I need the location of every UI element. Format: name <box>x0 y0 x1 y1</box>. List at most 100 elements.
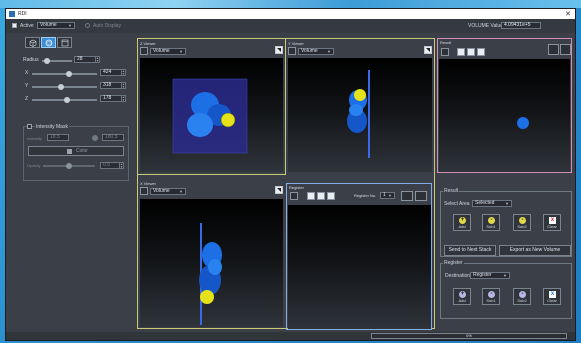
register-clear-label: Clear <box>547 298 557 303</box>
clear-icon: x <box>549 217 556 224</box>
z-slider-knob[interactable] <box>64 97 70 103</box>
register-clear-button[interactable]: x Clear <box>543 288 561 305</box>
panel-mode-button[interactable] <box>57 37 72 48</box>
auto-display-radio[interactable] <box>85 23 90 28</box>
destination-label: Destination <box>445 273 471 279</box>
y-slider-knob[interactable] <box>58 84 64 90</box>
dataset-dropdown[interactable]: Volume ▼ <box>37 22 75 29</box>
z-value: 178 <box>103 95 112 101</box>
x-label: X <box>25 70 29 76</box>
x-viewer-mode-dropdown[interactable]: Volume ▼ <box>150 188 186 195</box>
y-slider[interactable] <box>32 86 97 88</box>
z-viewer-mode: Volume <box>153 48 170 54</box>
z-spinner[interactable]: ▲ ▼ <box>121 96 125 101</box>
y-viewer: Y Viewer Volume ▼ <box>287 40 433 173</box>
viewer-divider-vertical <box>285 39 286 174</box>
select-area-dropdown[interactable]: Selected ▼ <box>472 200 512 207</box>
register-back-button[interactable] <box>401 191 413 201</box>
x-viewer-maximize-icon[interactable] <box>275 186 283 194</box>
z-viewer-rotate-button[interactable] <box>140 47 148 55</box>
x-viewer-rotate-button[interactable] <box>140 187 148 195</box>
result-view-button-3[interactable] <box>477 48 485 56</box>
opacity-slider-knob[interactable] <box>66 163 72 169</box>
register-view-button-3[interactable] <box>327 192 335 200</box>
register-view-button-2[interactable] <box>317 192 325 200</box>
x-field[interactable]: 424 ▲ ▼ <box>100 69 126 76</box>
x-spinner[interactable]: ▲ ▼ <box>121 70 125 75</box>
x-slider[interactable] <box>32 73 97 75</box>
result-clear-label: Clear <box>547 224 557 229</box>
volume-value-field[interactable]: 4.09431e+5 <box>501 22 541 29</box>
register-view-button-1[interactable] <box>307 192 315 200</box>
intensity-mask-checkbox[interactable] <box>27 124 32 129</box>
z-viewer-mode-dropdown[interactable]: Volume ▼ <box>150 48 186 55</box>
select-area-value: Selected <box>475 200 495 206</box>
close-icon[interactable]: ✕ <box>565 10 571 18</box>
destination-dropdown[interactable]: Register ▼ <box>470 272 510 279</box>
result-add-label: Add <box>458 224 466 229</box>
result-view-button-2[interactable] <box>467 48 475 56</box>
color-button[interactable]: Color <box>28 146 124 156</box>
active-label: Active <box>20 23 34 29</box>
cube-mode-button[interactable] <box>25 37 40 48</box>
clear-icon: x <box>549 291 556 298</box>
export-as-new-volume-button[interactable]: Export as New Volume <box>499 245 571 256</box>
y-viewer-mode-dropdown[interactable]: Volume ▼ <box>298 48 334 55</box>
register-forward-button[interactable] <box>415 191 427 201</box>
register-rotate-button[interactable] <box>290 192 298 200</box>
result-rotate-button[interactable] <box>441 48 449 56</box>
subtract-icon: - <box>519 291 526 298</box>
register-sub2-label: Sub2 <box>517 298 527 303</box>
dataset-value: Volume <box>40 22 57 28</box>
result-redo-button[interactable] <box>560 44 571 55</box>
result-canvas[interactable] <box>439 59 570 172</box>
register-number-dropdown[interactable]: 1 ▼ <box>380 192 395 199</box>
register-add-button[interactable]: + Add <box>453 288 471 305</box>
register-canvas[interactable] <box>288 205 431 329</box>
radius-field[interactable]: 28 ▲ ▼ <box>74 56 100 63</box>
z-viewer-title: Z Viewer <box>140 41 156 46</box>
x-viewer-canvas[interactable] <box>140 199 283 327</box>
cube-icon <box>29 39 36 47</box>
y-spinner[interactable]: ▲ ▼ <box>121 83 125 88</box>
app-window: RDI ✕ Active Volume ▼ Auto Display VOLUM… <box>5 8 576 341</box>
x-viewer-title: X Viewer <box>140 181 156 186</box>
toolbar: Active Volume ▼ Auto Display VOLUME Valu… <box>6 19 575 33</box>
y-viewer-rotate-button[interactable] <box>288 47 296 55</box>
result-undo-button[interactable] <box>548 44 559 55</box>
intensity-max-field[interactable]: 180.5 <box>102 134 124 141</box>
result-sub1-button[interactable]: - Sub1 <box>482 214 500 231</box>
active-checkbox[interactable] <box>12 23 17 28</box>
radius-spinner[interactable]: ▲ ▼ <box>95 57 99 62</box>
register-sub2-button[interactable]: - Sub2 <box>513 288 531 305</box>
opacity-spinner[interactable]: ▲ ▼ <box>119 163 123 168</box>
x-slider-knob[interactable] <box>66 71 72 77</box>
result-add-button[interactable]: + Add <box>453 214 471 231</box>
intensity-min-field[interactable]: 18.5 <box>47 134 69 141</box>
x-value: 424 <box>103 69 112 75</box>
z-field[interactable]: 178 ▲ ▼ <box>100 95 126 102</box>
x-viewer-render <box>199 223 222 325</box>
opacity-field[interactable]: 0.5 ▲ ▼ <box>100 162 124 169</box>
desktop-background <box>0 0 581 8</box>
y-viewer-canvas[interactable] <box>288 58 432 172</box>
add-icon: + <box>459 291 466 298</box>
register-sub1-button[interactable]: - Sub1 <box>482 288 500 305</box>
result-clear-button[interactable]: x Clear <box>543 214 561 231</box>
result-sub2-button[interactable]: - Sub2 <box>513 214 531 231</box>
y-field[interactable]: 318 ▲ ▼ <box>100 82 126 89</box>
radius-slider-knob[interactable] <box>44 58 50 64</box>
y-viewer-maximize-icon[interactable] <box>424 46 432 54</box>
intensity-toggle[interactable] <box>92 135 98 141</box>
y-viewer-mode: Volume <box>301 48 318 54</box>
result-view-button-1[interactable] <box>457 48 465 56</box>
sphere-mode-button[interactable] <box>41 37 56 48</box>
register-add-label: Add <box>458 298 466 303</box>
y-value: 318 <box>103 82 112 88</box>
chevron-down-icon: ▼ <box>327 49 331 54</box>
z-viewer-canvas[interactable] <box>140 58 283 172</box>
send-to-next-stack-button[interactable]: Send to Next Stack <box>444 245 496 256</box>
result-viewer: Result <box>437 38 572 173</box>
z-viewer-maximize-icon[interactable] <box>275 46 283 54</box>
intensity-min-label: Intensity <box>27 136 42 141</box>
